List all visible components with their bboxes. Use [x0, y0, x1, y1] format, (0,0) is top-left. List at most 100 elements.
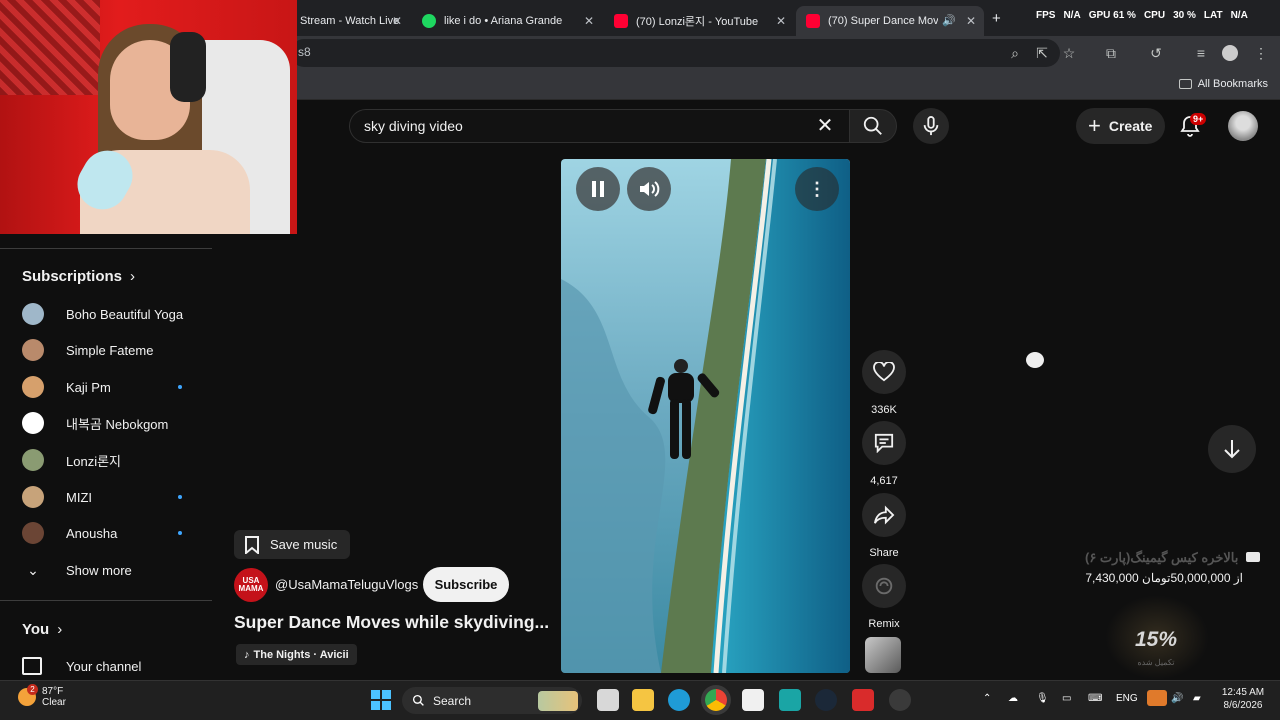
music-chip[interactable]: ♪ The Nights · Avicii — [236, 644, 357, 665]
sidebar-item-channel[interactable]: Simple Fateme — [22, 337, 190, 363]
sidebar-item-channel[interactable]: Anousha — [22, 520, 190, 546]
display-icon[interactable]: ▭ — [1062, 693, 1071, 704]
you-heading[interactable]: You › — [22, 621, 62, 638]
subscribe-button[interactable]: Subscribe — [423, 567, 509, 602]
cloud-icon[interactable]: ☁ — [1008, 693, 1018, 704]
create-button[interactable]: + Create — [1076, 108, 1165, 144]
taskbar-search-label: Search — [433, 693, 472, 708]
history-icon[interactable]: ↺ — [1147, 44, 1165, 62]
channel-avatar — [22, 376, 44, 398]
remix-action[interactable]: Remix — [861, 564, 907, 630]
voice-search-button[interactable] — [913, 108, 949, 144]
channel-name: Anousha — [66, 525, 118, 541]
tab-title: Stream - Watch Live — [300, 15, 400, 27]
comments-button[interactable] — [862, 421, 906, 465]
channel-handle[interactable]: @UsaMamaTeluguVlogs — [275, 577, 418, 592]
steam-icon[interactable] — [815, 689, 837, 711]
youtube-icon — [806, 14, 820, 28]
close-tab-icon[interactable]: ✕ — [392, 14, 402, 28]
mic-tray-icon[interactable]: 🎙 — [1036, 693, 1049, 704]
file-explorer-icon[interactable] — [632, 689, 654, 711]
store-icon[interactable] — [742, 689, 764, 711]
browser-tab[interactable]: (70) Lonzi론지 - YouTube ✕ — [604, 6, 794, 36]
show-more-button[interactable]: ⌄ Show more — [22, 557, 190, 583]
app-icon[interactable] — [852, 689, 874, 711]
chrome-icon[interactable] — [705, 689, 727, 711]
tab-title: (70) Super Dance Moves w — [828, 15, 938, 27]
zoom-icon[interactable]: ⌕ — [1006, 44, 1024, 62]
channel-avatar — [22, 339, 44, 361]
pause-button[interactable] — [576, 167, 620, 211]
heart-icon — [873, 362, 895, 382]
browser-tab-active[interactable]: (70) Super Dance Moves w 🔊 ✕ — [796, 6, 984, 36]
like-action[interactable]: 336K — [861, 350, 907, 416]
close-tab-icon[interactable]: ✕ — [584, 14, 594, 28]
search-icon — [412, 694, 424, 706]
weather-widget[interactable]: 2 87°F Clear — [18, 684, 66, 708]
system-clock[interactable]: 12:45 AM 8/6/2026 — [1216, 686, 1270, 712]
obs-icon[interactable] — [889, 689, 911, 711]
shorts-video-player[interactable]: ⋮ — [561, 159, 850, 673]
save-music-label: Save music — [270, 537, 338, 552]
language-indicator[interactable]: ENG — [1116, 693, 1138, 704]
browser-tab[interactable]: Stream - Watch Live ✕ — [290, 6, 410, 36]
media-control-icon[interactable]: ≡ — [1192, 44, 1210, 62]
share-button[interactable] — [862, 493, 906, 537]
clear-search-icon[interactable]: ✕ — [814, 114, 836, 138]
remix-button[interactable] — [862, 564, 906, 608]
sidebar-item-channel[interactable]: 내복곰 Nebokgom — [22, 410, 190, 436]
audio-playing-icon[interactable]: 🔊 — [942, 14, 956, 27]
video-title[interactable]: Super Dance Moves while skydiving... — [234, 612, 549, 633]
like-button[interactable] — [862, 350, 906, 394]
sidebar-item-channel[interactable]: MIZI — [22, 484, 190, 510]
sidebar: Subscriptions › Boho Beautiful Yoga Simp… — [0, 248, 212, 680]
close-tab-icon[interactable]: ✕ — [776, 14, 786, 28]
sidebar-item-channel[interactable]: Kaji Pm — [22, 374, 190, 400]
search-input[interactable]: sky diving video — [349, 109, 849, 143]
sound-thumbnail[interactable] — [865, 637, 901, 673]
subscriptions-heading[interactable]: Subscriptions › — [22, 268, 135, 285]
task-view-icon[interactable] — [597, 689, 619, 711]
channel-avatar[interactable]: USA MAMA — [234, 568, 268, 602]
channel-name: Boho Beautiful Yoga — [66, 306, 184, 322]
save-music-button[interactable]: Save music — [234, 530, 350, 559]
tray-overflow-icon[interactable]: ⌃ — [983, 693, 991, 704]
start-button[interactable] — [371, 690, 391, 710]
sidebar-item-your-channel[interactable]: Your channel — [22, 653, 190, 679]
browser-tab[interactable]: like i do • Ariana Grande ✕ — [412, 6, 602, 36]
spotify-icon — [422, 14, 436, 28]
app-icon[interactable] — [779, 689, 801, 711]
music-label: The Nights · Avicii — [253, 648, 349, 661]
edge-icon[interactable] — [668, 689, 690, 711]
install-app-icon[interactable]: ⇱ — [1033, 44, 1051, 62]
keyboard-icon[interactable]: ⌨ — [1088, 693, 1102, 704]
app-tray-icon[interactable] — [1147, 690, 1167, 706]
profile-avatar[interactable] — [1222, 45, 1238, 61]
battery-icon[interactable]: ▰ — [1193, 693, 1201, 704]
taskbar-search[interactable]: Search — [402, 687, 582, 714]
more-options-button[interactable]: ⋮ — [795, 167, 839, 211]
fps-label: FPS — [1036, 10, 1056, 21]
share-icon — [874, 505, 895, 525]
bookmark-star-icon[interactable]: ☆ — [1060, 44, 1078, 62]
new-tab-icon[interactable]: + — [992, 10, 1001, 27]
menu-kebab-icon[interactable]: ⋮ — [1252, 44, 1270, 62]
temperature: 87°F — [42, 686, 64, 697]
sidebar-item-channel[interactable]: Boho Beautiful Yoga — [22, 301, 190, 327]
search-icon — [863, 116, 882, 135]
close-tab-icon[interactable]: ✕ — [966, 14, 976, 28]
speaker-icon[interactable]: 🔊 — [1171, 693, 1183, 704]
account-avatar[interactable] — [1228, 111, 1258, 141]
donation-goal-overlay: بالاخره کیس گیمینگ(پارت ۶) 7,430,000 از … — [1056, 550, 1260, 585]
search-button[interactable] — [849, 109, 897, 143]
divider — [0, 600, 212, 601]
address-bar[interactable]: s8 — [290, 39, 1060, 67]
lat-label: LAT — [1203, 10, 1223, 21]
comments-action[interactable]: 4,617 — [861, 421, 907, 487]
extensions-icon[interactable]: ⧉ — [1102, 44, 1120, 62]
volume-button[interactable] — [627, 167, 671, 211]
next-video-button[interactable] — [1208, 425, 1256, 473]
all-bookmarks-button[interactable]: All Bookmarks — [1178, 78, 1268, 90]
share-action[interactable]: Share — [861, 493, 907, 559]
sidebar-item-channel[interactable]: Lonzi론지 — [22, 447, 190, 473]
